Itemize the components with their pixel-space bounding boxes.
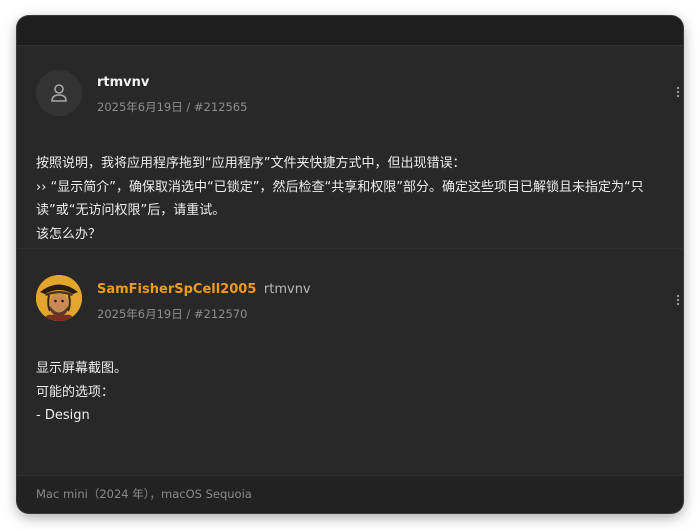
author-name[interactable]: rtmvnv xyxy=(97,75,149,90)
post-date[interactable]: 2025年6月19日 xyxy=(97,307,183,321)
post-line: 可能的选项： xyxy=(36,384,115,400)
post-212565: rtmvnv 2025年6月19日 / #212565 按照说明，我将应用程序拖… xyxy=(17,46,683,249)
post-line: ›› “显示简介”，确保取消选中“已锁定”，然后检查“共享和权限”部分。确定这些… xyxy=(36,179,644,219)
thread-window: rtmvnv 2025年6月19日 / #212565 按照说明，我将应用程序拖… xyxy=(17,16,683,513)
avatar[interactable] xyxy=(36,275,82,321)
post-meta: 2025年6月19日 / #212565 xyxy=(97,99,247,115)
system-info: Mac mini（2024 年），macOS Sequoia xyxy=(36,487,252,501)
post-line: 该怎么办？ xyxy=(36,226,102,242)
author-name[interactable]: SamFisherSpCell2005 xyxy=(97,282,256,297)
post-date[interactable]: 2025年6月19日 xyxy=(97,100,183,114)
more-options-icon[interactable] xyxy=(673,290,683,310)
post-line: - Design xyxy=(36,408,90,423)
more-options-icon[interactable] xyxy=(673,82,683,102)
user-icon xyxy=(51,84,67,102)
author-line: rtmvnv xyxy=(97,75,149,90)
post-body: 显示屏幕截图。 可能的选项： - Design xyxy=(36,357,675,428)
post-212570: SamFisherSpCell2005 rtmvnv 2025年6月19日 / … xyxy=(17,250,683,475)
post-line: 按照说明，我将应用程序拖到“应用程序”文件夹快捷方式中，但出现错误： xyxy=(36,156,466,171)
post-line: 显示屏幕截图。 xyxy=(36,361,128,376)
post-body: 按照说明，我将应用程序拖到“应用程序”文件夹快捷方式中，但出现错误： ›› “显… xyxy=(36,152,675,246)
reply-to-name[interactable]: rtmvnv xyxy=(264,282,311,297)
post-id[interactable]: / #212570 xyxy=(186,307,247,321)
post-id[interactable]: / #212565 xyxy=(186,100,247,114)
author-line: SamFisherSpCell2005 rtmvnv xyxy=(97,282,311,297)
avatar[interactable] xyxy=(36,70,82,116)
top-bar xyxy=(17,16,683,46)
pirate-avatar-icon xyxy=(36,275,82,321)
footer: Mac mini（2024 年），macOS Sequoia xyxy=(17,475,683,513)
post-meta: 2025年6月19日 / #212570 xyxy=(97,306,247,322)
